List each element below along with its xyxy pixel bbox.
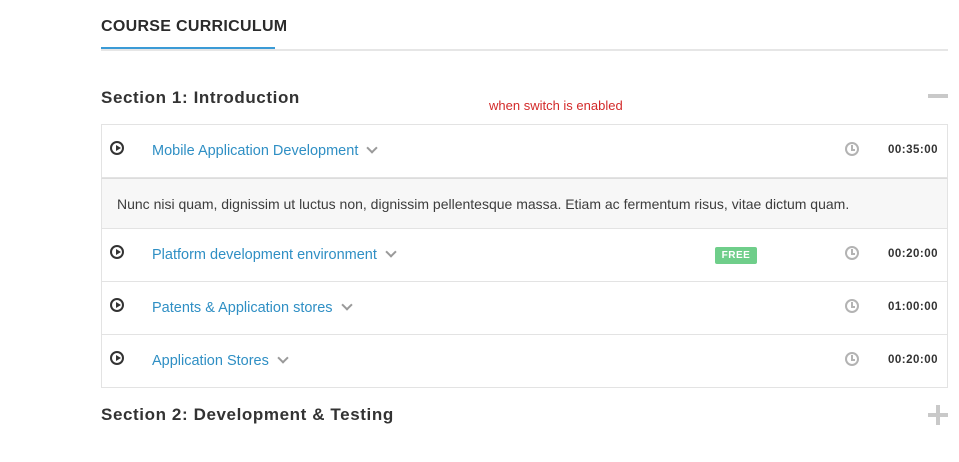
chevron-down-icon[interactable] (385, 246, 397, 258)
clock-icon (845, 299, 859, 313)
lesson-title[interactable]: Patents & Application stores (152, 299, 353, 316)
chevron-down-icon[interactable] (366, 142, 379, 154)
lesson-description-text: Nunc nisi quam, dignissim ut luctus non,… (117, 196, 850, 212)
lesson-duration: 00:35:00 (887, 144, 938, 156)
plus-icon[interactable] (928, 405, 948, 425)
clock-icon (845, 142, 859, 156)
lesson-title[interactable]: Mobile Application Development (152, 142, 379, 159)
lesson-item[interactable]: Platform development environment FREE 00… (101, 229, 948, 282)
clock-icon (845, 246, 859, 260)
lesson-duration: 00:20:00 (887, 248, 938, 260)
course-curriculum: COURSE CURRICULUM Section 1: Introductio… (101, 0, 948, 428)
active-tab-indicator (101, 47, 275, 49)
section-header-1[interactable]: Section 1: Introduction when switch is e… (101, 51, 948, 124)
section-header-2[interactable]: Section 2: Development & Testing (101, 388, 948, 428)
lesson-item[interactable]: Application Stores 00:20:00 (101, 335, 948, 388)
clock-icon (845, 352, 859, 366)
play-icon[interactable] (110, 298, 124, 312)
lesson-title[interactable]: Application Stores (152, 352, 289, 369)
chevron-down-icon[interactable] (340, 299, 353, 311)
lesson-duration: 01:00:00 (887, 301, 938, 313)
tab-course-curriculum[interactable]: COURSE CURRICULUM (101, 17, 287, 47)
lesson-list: Mobile Application Development 00:35:00 … (101, 124, 948, 388)
lesson-title[interactable]: Platform development environment (152, 246, 397, 263)
lesson-item[interactable]: Patents & Application stores 01:00:00 (101, 282, 948, 335)
annotation-note: when switch is enabled (489, 98, 623, 113)
lesson-item[interactable]: Mobile Application Development 00:35:00 (101, 125, 948, 178)
play-icon[interactable] (110, 245, 124, 259)
play-icon[interactable] (110, 351, 124, 365)
section-title: Section 1: Introduction (101, 88, 300, 107)
lesson-duration: 00:20:00 (887, 354, 938, 366)
lesson-description: Nunc nisi quam, dignissim ut luctus non,… (101, 178, 948, 229)
free-badge: FREE (715, 247, 757, 264)
chevron-down-icon[interactable] (277, 352, 289, 364)
play-icon[interactable] (110, 141, 124, 155)
tab-bar: COURSE CURRICULUM (101, 0, 948, 51)
minus-icon[interactable] (928, 94, 948, 98)
section-title: Section 2: Development & Testing (101, 405, 394, 424)
